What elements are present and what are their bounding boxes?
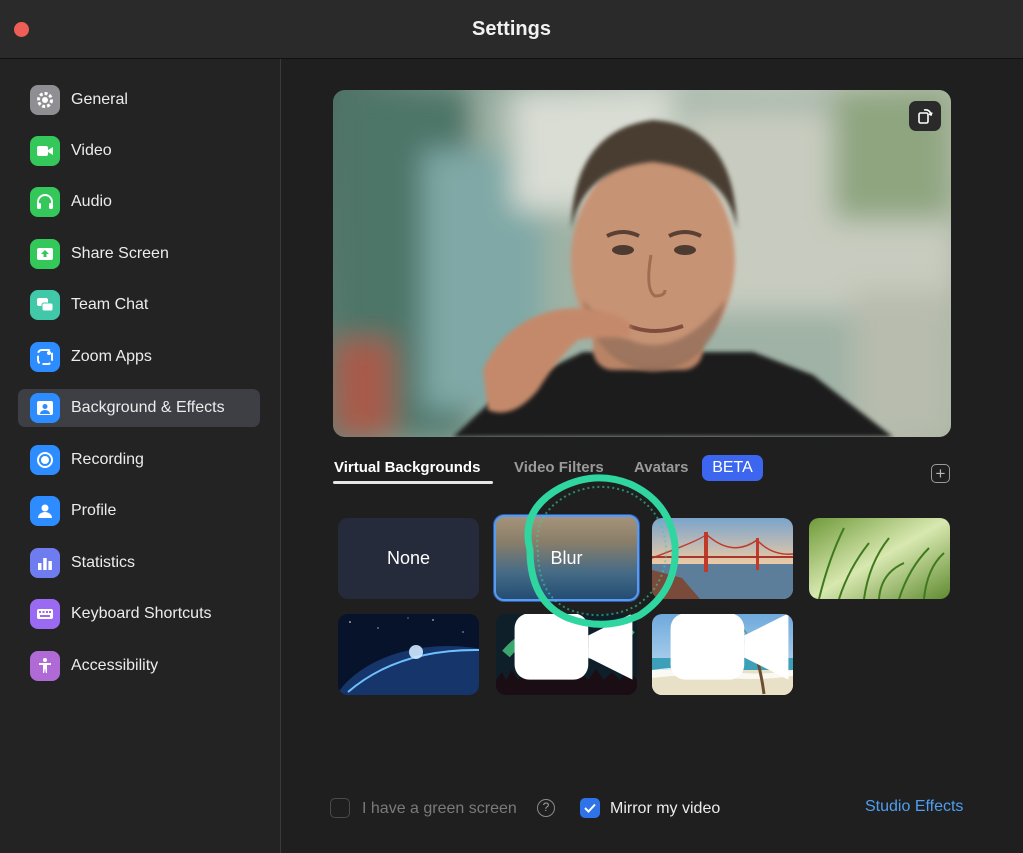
sidebar-item-video[interactable]: Video <box>18 132 260 170</box>
sidebar-item-audio[interactable]: Audio <box>18 183 260 221</box>
background-option-aurora[interactable] <box>496 614 637 695</box>
background-option-label: None <box>386 548 431 568</box>
sidebar-item-label: Audio <box>71 193 112 210</box>
camera-icon <box>30 136 60 166</box>
studio-effects-link[interactable]: Studio Effects <box>865 798 963 816</box>
sidebar-item-label: Video <box>71 142 112 159</box>
sidebar-item-label: Background & Effects <box>71 399 225 416</box>
background-option-blur[interactable]: Blur <box>494 515 639 601</box>
sidebar-item-label: Share Screen <box>71 245 169 262</box>
footer-options: I have a green screen ? Mirror my video … <box>330 796 980 822</box>
video-background-icon <box>670 614 789 680</box>
background-option-golden-gate[interactable] <box>652 518 793 599</box>
sidebar-item-label: Recording <box>71 451 144 468</box>
beta-badge: BETA <box>702 455 763 481</box>
sidebar-item-label: Accessibility <box>71 657 159 674</box>
share-screen-icon <box>30 239 60 269</box>
background-option-beach[interactable] <box>652 614 793 695</box>
background-option-label: Blur <box>550 547 583 568</box>
earth-image <box>338 614 479 695</box>
chat-icon <box>30 290 60 320</box>
add-background-button[interactable]: + <box>931 464 950 483</box>
keyboard-icon <box>30 599 60 629</box>
sidebar-item-accessibility[interactable]: Accessibility <box>18 647 260 685</box>
tab-avatars[interactable]: Avatars <box>634 459 688 476</box>
sidebar-item-label: Statistics <box>71 554 136 571</box>
checkmark-icon <box>584 803 596 813</box>
accessibility-icon <box>30 651 60 681</box>
sidebar-item-profile[interactable]: Profile <box>18 492 260 530</box>
rotate-icon <box>918 109 933 124</box>
plus-icon: + <box>935 464 946 483</box>
rotate-camera-button[interactable] <box>909 101 941 131</box>
mirror-video-label: Mirror my video <box>610 800 721 817</box>
portrait-icon <box>30 393 60 423</box>
gear-icon <box>30 85 60 115</box>
green-screen-label: I have a green screen <box>362 800 517 817</box>
tab-video-filters[interactable]: Video Filters <box>514 459 604 476</box>
help-icon[interactable]: ? <box>537 799 555 817</box>
settings-sidebar: General Video Audio Share Screen Team Ch… <box>0 59 281 853</box>
record-icon <box>30 445 60 475</box>
sidebar-item-label: Zoom Apps <box>71 348 152 365</box>
background-option-grass[interactable] <box>809 518 950 599</box>
sidebar-item-share-screen[interactable]: Share Screen <box>18 235 260 273</box>
video-preview <box>333 90 951 437</box>
background-option-none[interactable]: None <box>338 518 479 599</box>
window-title: Settings <box>472 18 551 40</box>
camera-feed-image <box>333 90 951 437</box>
user-icon <box>30 496 60 526</box>
headphones-icon <box>30 187 60 217</box>
sidebar-item-label: General <box>71 91 128 108</box>
active-tab-underline <box>333 481 493 484</box>
background-option-earth[interactable] <box>338 614 479 695</box>
green-screen-checkbox[interactable] <box>330 798 350 818</box>
sidebar-item-general[interactable]: General <box>18 81 260 119</box>
sidebar-item-label: Keyboard Shortcuts <box>71 605 212 622</box>
sidebar-item-keyboard-shortcuts[interactable]: Keyboard Shortcuts <box>18 595 260 633</box>
bar-chart-icon <box>30 548 60 578</box>
tab-virtual-backgrounds[interactable]: Virtual Backgrounds <box>334 459 480 476</box>
sidebar-item-label: Profile <box>71 502 117 519</box>
sidebar-item-team-chat[interactable]: Team Chat <box>18 286 260 324</box>
sidebar-item-label: Team Chat <box>71 296 149 313</box>
sidebar-item-statistics[interactable]: Statistics <box>18 544 260 582</box>
sidebar-item-background-effects[interactable]: Background & Effects <box>18 389 260 427</box>
golden-gate-image <box>652 518 793 599</box>
mirror-video-checkbox[interactable] <box>580 798 600 818</box>
title-bar: Settings <box>0 0 1023 59</box>
sidebar-item-zoom-apps[interactable]: Zoom Apps <box>18 338 260 376</box>
apps-icon <box>30 342 60 372</box>
video-background-icon <box>514 614 633 680</box>
sidebar-item-recording[interactable]: Recording <box>18 441 260 479</box>
grass-image <box>809 518 950 599</box>
